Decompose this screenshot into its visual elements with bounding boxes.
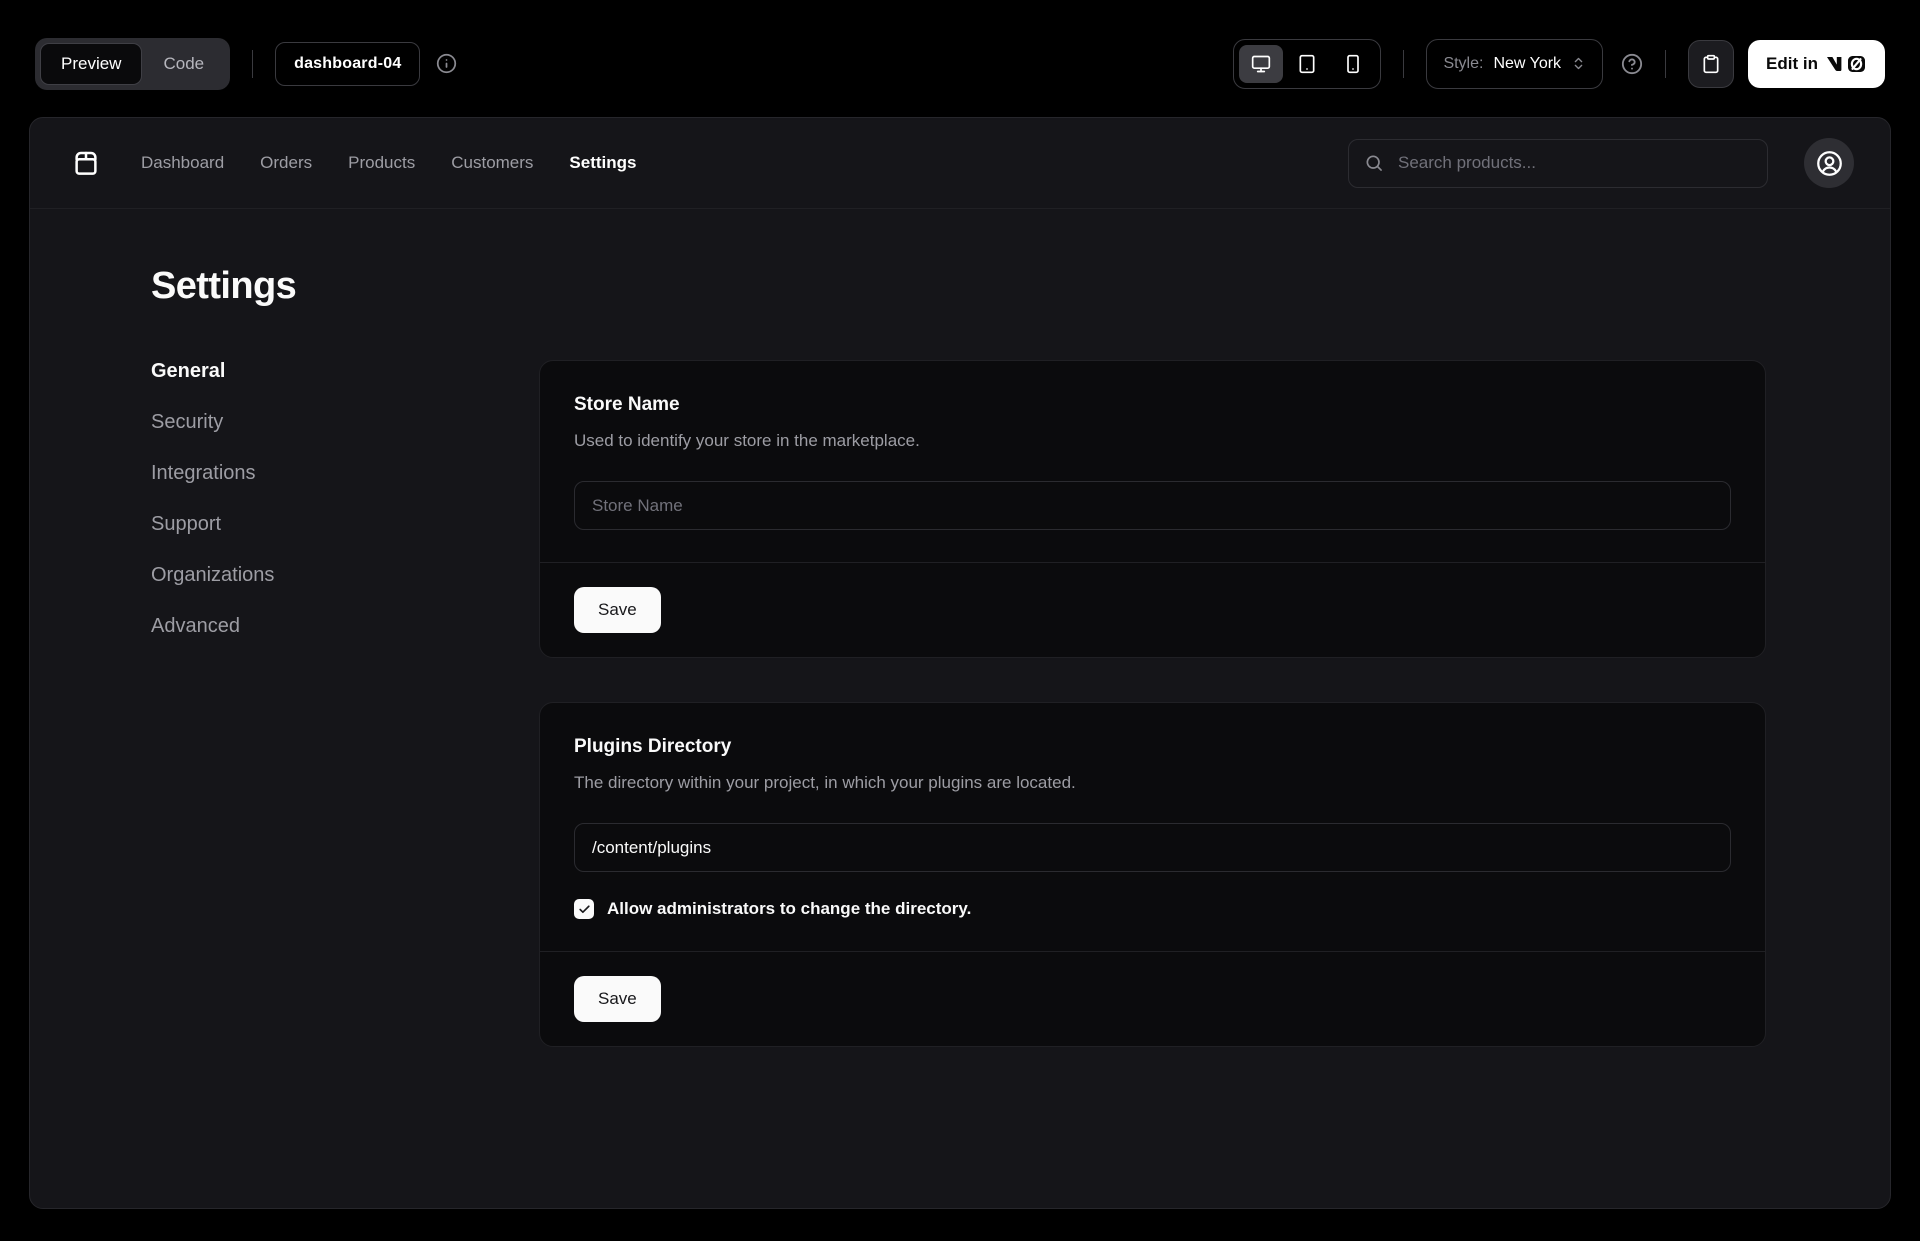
plugins-directory-card-description: The directory within your project, in wh… [574, 773, 1731, 793]
search-box [1348, 139, 1768, 188]
store-name-card-description: Used to identify your store in the marke… [574, 431, 1731, 451]
plugins-directory-card: Plugins Directory The directory within y… [539, 702, 1766, 1047]
phone-view-button[interactable] [1331, 45, 1375, 83]
nav-link-orders[interactable]: Orders [260, 153, 312, 173]
plugins-directory-input[interactable] [574, 823, 1731, 872]
nav-link-customers[interactable]: Customers [451, 153, 533, 173]
device-size-toggle [1233, 39, 1381, 89]
tablet-view-button[interactable] [1285, 45, 1329, 83]
allow-admins-checkbox-label[interactable]: Allow administrators to change the direc… [607, 899, 971, 919]
preview-tab[interactable]: Preview [40, 43, 142, 85]
monitor-icon [1251, 54, 1271, 74]
sidebar-item-organizations[interactable]: Organizations [151, 564, 539, 586]
allow-admins-checkbox[interactable] [574, 899, 594, 919]
sidebar-item-general[interactable]: General [151, 360, 539, 382]
store-name-card-title: Store Name [574, 394, 1731, 416]
nav-link-products[interactable]: Products [348, 153, 415, 173]
info-icon[interactable] [436, 53, 457, 74]
sidebar-item-support[interactable]: Support [151, 513, 539, 535]
sidebar-item-advanced[interactable]: Advanced [151, 615, 539, 637]
settings-page: Settings General Security Integrations S… [30, 209, 1890, 1047]
store-name-card: Store Name Used to identify your store i… [539, 360, 1766, 658]
page-title: Settings [151, 265, 1766, 308]
style-select[interactable]: Style: New York [1426, 39, 1603, 89]
app-nav: Dashboard Orders Products Customers Sett… [30, 118, 1890, 209]
plugins-directory-card-title: Plugins Directory [574, 736, 1731, 758]
preview-panel: Dashboard Orders Products Customers Sett… [29, 117, 1891, 1209]
copy-clipboard-button[interactable] [1688, 40, 1734, 88]
style-select-label: Style: [1443, 55, 1483, 73]
desktop-view-button[interactable] [1239, 45, 1283, 83]
preview-code-toggle: Preview Code [35, 38, 230, 90]
package-icon [71, 148, 101, 178]
plugins-directory-save-button[interactable]: Save [574, 976, 661, 1022]
store-name-save-button[interactable]: Save [574, 587, 661, 633]
v0-logo-icon [1827, 53, 1867, 75]
circle-user-icon [1816, 150, 1843, 177]
nav-link-dashboard[interactable]: Dashboard [141, 153, 224, 173]
allow-admins-checkbox-row: Allow administrators to change the direc… [574, 899, 1731, 919]
tablet-icon [1297, 54, 1317, 74]
check-icon [578, 903, 591, 916]
toolbar-divider [252, 50, 253, 78]
top-toolbar: Preview Code dashboard-04 [0, 0, 1920, 117]
store-name-input[interactable] [574, 481, 1731, 530]
smartphone-icon [1343, 54, 1363, 74]
user-menu-button[interactable] [1804, 138, 1854, 188]
edit-in-v0-button[interactable]: Edit in [1748, 40, 1885, 88]
style-select-value: New York [1493, 55, 1561, 73]
help-icon[interactable] [1621, 53, 1643, 75]
settings-side-nav: General Security Integrations Support Or… [151, 360, 539, 1047]
toolbar-divider [1665, 50, 1666, 78]
edit-in-v0-label: Edit in [1766, 54, 1818, 74]
sidebar-item-integrations[interactable]: Integrations [151, 462, 539, 484]
search-input[interactable] [1396, 152, 1752, 174]
sidebar-item-security[interactable]: Security [151, 411, 539, 433]
search-icon [1364, 153, 1384, 173]
project-name-badge[interactable]: dashboard-04 [275, 42, 420, 86]
toolbar-divider [1403, 50, 1404, 78]
clipboard-icon [1701, 54, 1721, 74]
nav-link-settings[interactable]: Settings [569, 153, 636, 173]
code-tab[interactable]: Code [142, 43, 225, 85]
chevrons-up-down-icon [1571, 56, 1586, 71]
